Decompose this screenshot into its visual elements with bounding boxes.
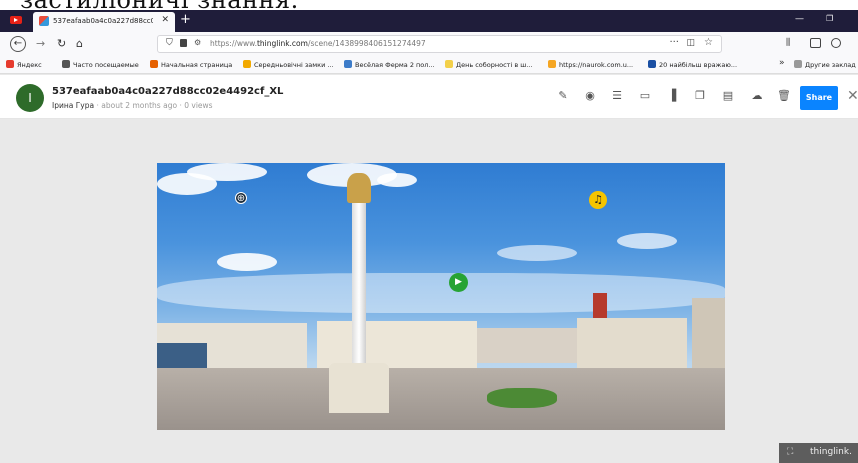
permissions-icon[interactable]: ⚙	[194, 38, 201, 47]
folder-move-icon[interactable]: ▭	[638, 89, 652, 103]
forward-arrow-icon[interactable]: →	[36, 37, 45, 50]
address-bar[interactable]: ⛉ ⚙ https://www.thinglink.com/scene/1438…	[157, 35, 722, 53]
page-actions-menu-icon[interactable]: ···	[669, 37, 679, 48]
bookmark-favicon-icon	[548, 60, 556, 68]
youtube-pinned-tab-icon[interactable]	[10, 16, 22, 24]
thinglink-logo[interactable]: thinglink.	[810, 447, 852, 457]
other-bookmarks-label: Другие заклад	[805, 61, 856, 69]
folder-icon	[794, 60, 802, 68]
url-domain: thinglink.com	[256, 39, 308, 48]
tracking-shield-icon[interactable]: ⛉	[166, 38, 173, 48]
bookmark-item[interactable]: Часто посещаемые	[62, 60, 139, 69]
bookmark-label: Яндекс	[17, 61, 42, 69]
author-link[interactable]: Ірина Гура	[52, 101, 94, 110]
bookmark-favicon-icon	[62, 60, 70, 68]
back-arrow-icon[interactable]: ←	[10, 36, 26, 52]
export-icon[interactable]: ▤	[721, 89, 735, 103]
stats-icon[interactable]: ▐	[665, 89, 679, 103]
statue-top	[347, 173, 371, 203]
bookmark-label: День соборності в ш...	[456, 61, 533, 69]
fullscreen-icon[interactable]: ⛶	[787, 447, 793, 457]
hotspot-music-icon[interactable]: ♫	[589, 191, 607, 209]
bookmark-item[interactable]: Весёлая Ферма 2 пол...	[344, 60, 435, 69]
url-prefix: https://www.	[210, 39, 257, 48]
sidebar-icon[interactable]	[810, 38, 821, 48]
new-tab-button[interactable]: +	[180, 12, 191, 27]
tab-title: 537eafaab0a4c0a227d88cc02e4	[53, 17, 153, 25]
bookmark-favicon-icon	[243, 60, 251, 68]
bookmark-item[interactable]: Яндекс	[6, 60, 42, 69]
bookmark-label: Начальная страница	[161, 61, 233, 69]
url-path: /scene/1438998406151274497	[307, 39, 426, 48]
close-icon[interactable]: ✕	[847, 88, 858, 104]
bookmark-favicon-icon	[648, 60, 656, 68]
pocket-icon[interactable]: ◫	[686, 38, 695, 48]
bookmark-label: https://naurok.com.u...	[559, 61, 634, 69]
bookmark-label: Весёлая Ферма 2 пол...	[355, 61, 435, 69]
bookmark-label: Середньовічні замки ...	[254, 61, 334, 69]
reload-icon[interactable]: ↻	[57, 37, 66, 50]
building-right	[577, 318, 687, 368]
column-base	[329, 363, 389, 413]
scene-image[interactable]: ⊕ ♫ ▶	[157, 163, 725, 430]
avatar[interactable]: I	[16, 84, 44, 112]
url-text[interactable]: https://www.thinglink.com/scene/14389984…	[210, 39, 426, 48]
sky-cloud	[157, 273, 725, 313]
library-icon[interactable]: ⫼	[786, 38, 790, 48]
building-distant	[477, 328, 577, 363]
home-icon[interactable]: ⌂	[76, 37, 83, 50]
bookmark-favicon-icon	[445, 60, 453, 68]
cloud-upload-icon[interactable]: ☁	[750, 89, 764, 103]
bookmark-favicon-icon	[150, 60, 158, 68]
account-icon[interactable]	[831, 38, 841, 48]
scene-time: about 2 months ago	[101, 101, 178, 110]
delete-trash-icon[interactable]: 🗑	[777, 89, 791, 103]
tower-red	[593, 293, 607, 318]
square-ground	[157, 368, 725, 430]
bookmark-item[interactable]: Начальная страница	[150, 60, 232, 69]
lock-icon[interactable]	[180, 39, 187, 47]
sky-cloud	[617, 233, 677, 249]
thinglink-favicon-icon	[39, 16, 49, 26]
bookmark-favicon-icon	[6, 60, 14, 68]
independence-column	[352, 203, 366, 388]
scene-title: 537eafaab0a4c0a227d88cc02e4492cf_XL	[52, 86, 284, 97]
text-view-icon[interactable]: ☰	[610, 89, 624, 103]
other-bookmarks-folder[interactable]: Другие заклад	[794, 60, 856, 69]
bookmarks-overflow-button[interactable]: »	[779, 58, 785, 68]
document-text: застиліоничі знання.	[20, 0, 299, 10]
bookmark-label: Часто посещаемые	[73, 61, 139, 69]
duplicate-icon[interactable]: ❐	[693, 89, 707, 103]
document-text-fragment: застиліоничі знання.	[0, 0, 858, 10]
bookmark-item[interactable]: Середньовічні замки ...	[243, 60, 334, 69]
bookmark-favicon-icon	[344, 60, 352, 68]
hotspot-plus-icon[interactable]: ⊕	[235, 192, 247, 204]
hotspot-play-icon[interactable]: ▶	[449, 273, 468, 292]
sky-cloud	[377, 173, 417, 187]
green-lawn	[487, 388, 557, 408]
bookmark-label: 20 найбільш вражаю...	[659, 61, 738, 69]
sky-cloud	[187, 163, 267, 181]
scene-meta: Ірина Гура · about 2 months ago · 0 view…	[52, 101, 213, 110]
bookmark-item[interactable]: День соборності в ш...	[445, 60, 532, 69]
preview-eye-icon[interactable]: ◉	[583, 89, 597, 103]
sky-cloud	[217, 253, 277, 271]
scene-views: 0 views	[184, 101, 213, 110]
tab-close-icon[interactable]: ✕	[161, 15, 169, 25]
window-restore-button[interactable]: ❐	[826, 14, 833, 23]
edit-pencil-icon[interactable]: ✎	[556, 89, 570, 103]
browser-tab-active[interactable]: 537eafaab0a4c0a227d88cc02e4 ✕	[33, 12, 175, 32]
window-minimize-button[interactable]: —	[795, 14, 804, 24]
bookmark-item[interactable]: https://naurok.com.u...	[548, 60, 633, 69]
bookmark-star-icon[interactable]: ☆	[704, 37, 713, 48]
sky-cloud	[497, 245, 577, 261]
share-button[interactable]: Share	[800, 86, 838, 110]
bookmark-item[interactable]: 20 найбільш вражаю...	[648, 60, 737, 69]
